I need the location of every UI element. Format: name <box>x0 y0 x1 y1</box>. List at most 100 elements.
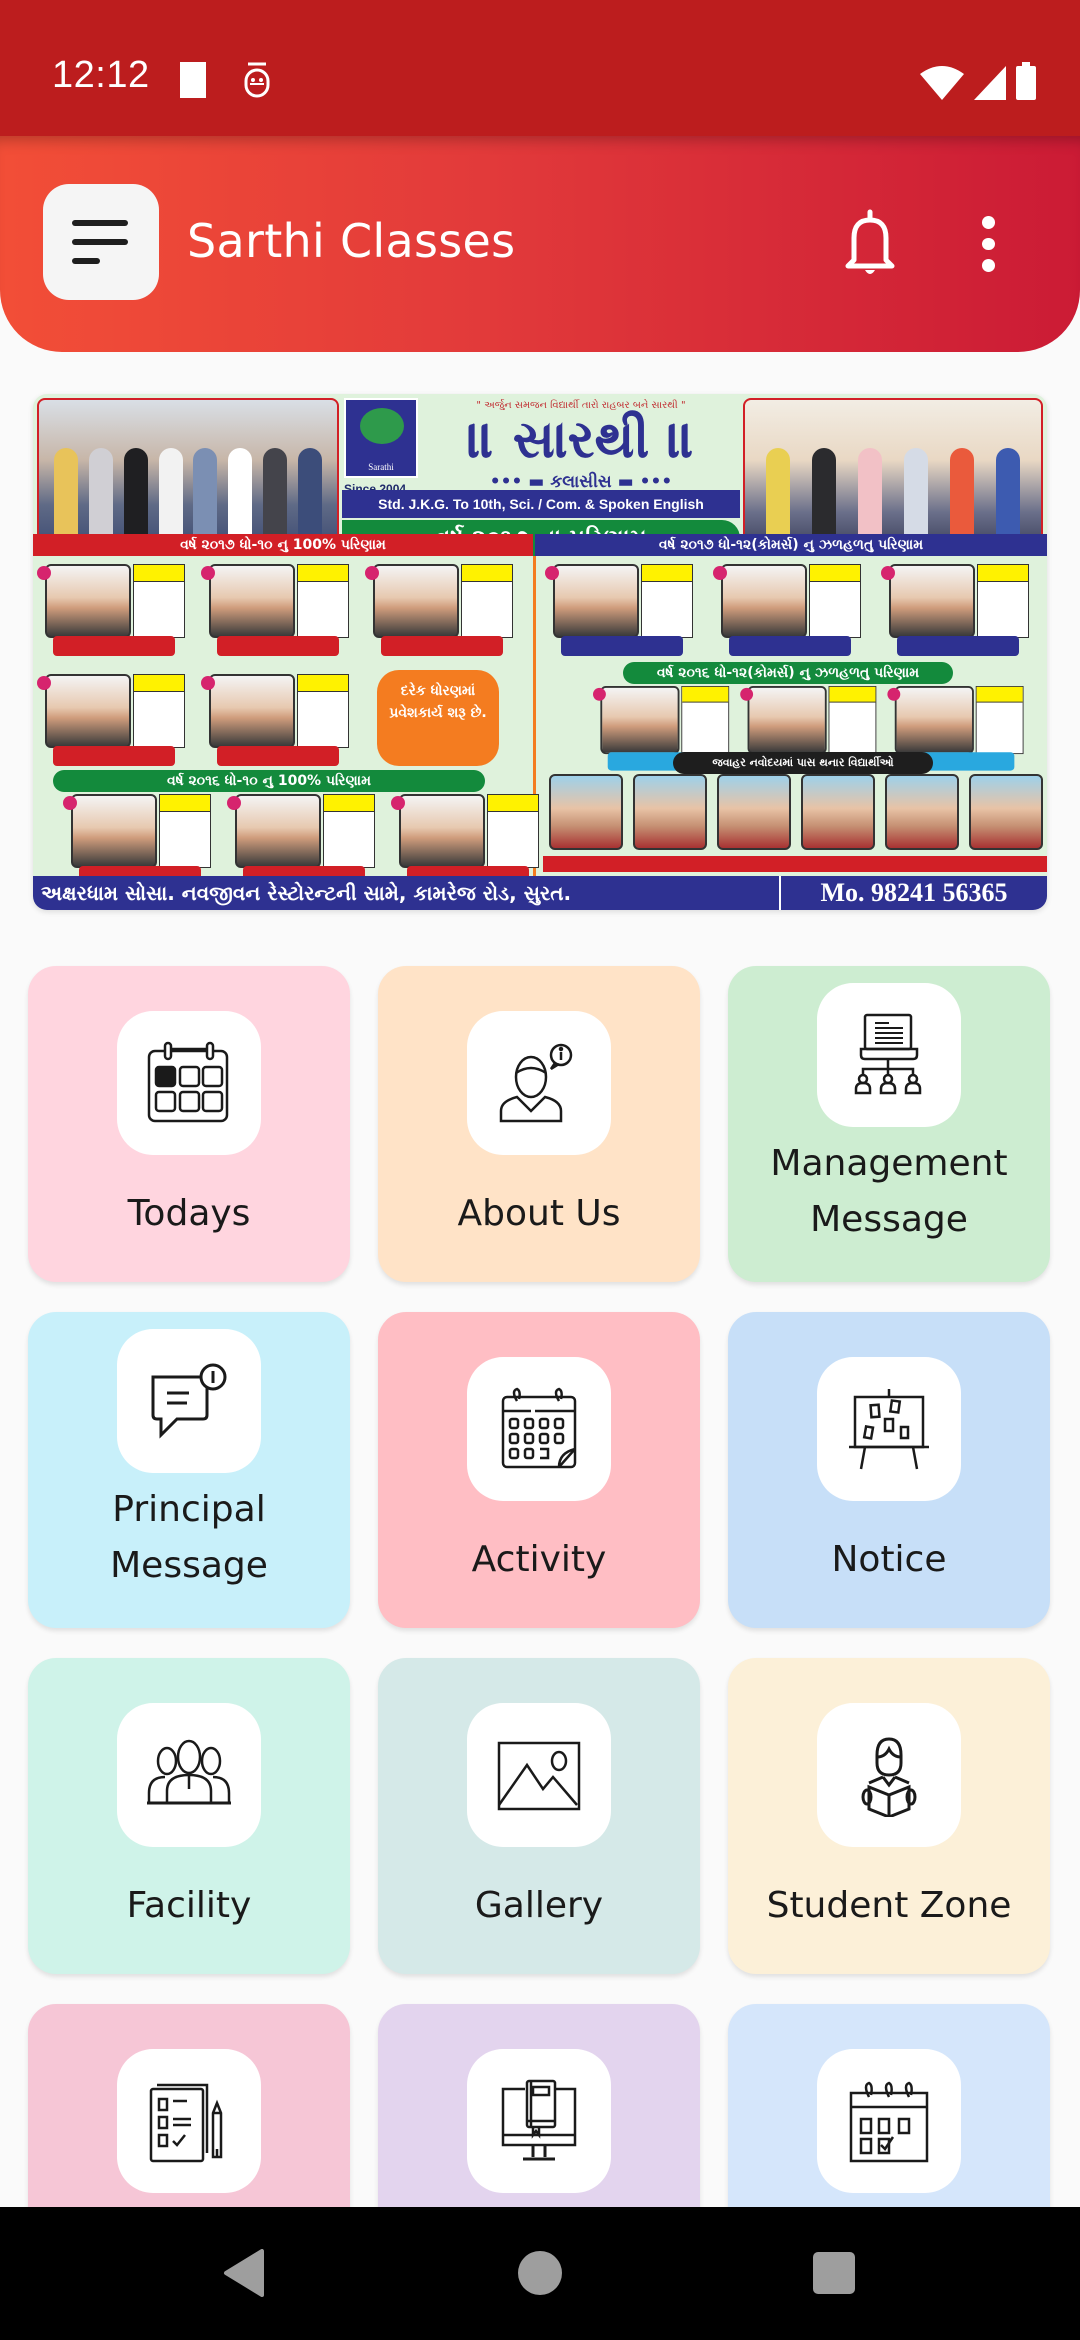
banner-students-std12-2017 <box>545 564 1033 656</box>
banner-section-std12-2017: વર્ષ ૨૦૧૭ ધો-૧૨(કોમર્સ) નુ ઝળહળતુ પરિણામ <box>535 534 1047 556</box>
tile-icon-box <box>817 983 961 1127</box>
banner-student-photo <box>969 774 1043 850</box>
tile-todays[interactable]: Todays <box>28 966 350 1282</box>
banner-students-std10-2017 <box>37 564 517 656</box>
banner-student-card <box>201 674 353 766</box>
banner-navodaya-students <box>549 774 1043 850</box>
banner-brand-sub: ••• ▬ કલાસીસ ▬ ••• <box>489 472 673 492</box>
more-options-button[interactable] <box>968 216 1008 273</box>
more-vert-icon-dot <box>981 216 995 229</box>
tile-icon-box <box>117 2049 261 2193</box>
menu-button[interactable] <box>43 184 159 300</box>
banner-student-photo <box>633 774 707 850</box>
banner-staff-photo <box>743 398 1043 552</box>
promo-banner[interactable]: Sarathi Since 2004 " અર્જુન સમજન વિદ્યાર… <box>33 394 1047 910</box>
banner-student-card <box>227 794 379 886</box>
back-icon[interactable] <box>222 2249 270 2297</box>
banner-student-card <box>881 564 1033 656</box>
banner-student-card <box>713 564 865 656</box>
banner-student-card <box>37 564 189 656</box>
banner-brand-name: ॥ સારથી ॥ <box>467 410 695 470</box>
tile-label: Management Message <box>770 1143 1008 1240</box>
calendar-activity-icon <box>501 1387 577 1469</box>
tile-about-us[interactable]: About Us <box>378 966 700 1282</box>
tile-label: Notice <box>831 1539 947 1580</box>
tile-icon-box <box>117 1703 261 1847</box>
banner-footer: અક્ષરધામ સોસા. નવજીવન રેસ્ટોરન્ટની સામે,… <box>33 876 1047 910</box>
menu-icon-line <box>72 258 100 264</box>
tile-label: Gallery <box>474 1885 604 1926</box>
banner-student-card <box>37 674 189 766</box>
more-vert-icon-dot <box>981 237 995 251</box>
person-info-icon <box>499 1043 573 1123</box>
status-bar: 12:12 <box>0 0 1080 136</box>
banner-section-std10-2016: વર્ષ ૨૦૧૬ ધો-૧૦ નુ 100% પરિણામ <box>53 770 485 792</box>
battery-icon <box>1016 62 1036 100</box>
status-time: 12:12 <box>52 54 150 96</box>
banner-section-navodaya: જવાહર નવોદયમાં પાસ થનાર વિદ્યાર્થીઓ <box>673 752 933 774</box>
banner-student-card <box>545 564 697 656</box>
banner-admission-note: દરેક ધોરણમાં પ્રવેશકાર્ય શરૂ છે. <box>377 670 499 766</box>
tile-icon-box <box>467 2049 611 2193</box>
app-title: Sarthi Classes <box>187 214 516 268</box>
tile-icon-box <box>117 1329 261 1473</box>
checklist-pencil-icon <box>149 2083 223 2163</box>
tile-label: Todays <box>127 1193 251 1234</box>
tile-management-message[interactable]: Management Message <box>728 966 1050 1282</box>
calendar-check-icon <box>849 2081 929 2163</box>
banner-student-photo <box>885 774 959 850</box>
calendar-today-icon <box>147 1041 229 1123</box>
banner-std-line: Std. J.K.G. To 10th, Sci. / Com. & Spoke… <box>342 490 740 518</box>
home-icon[interactable] <box>516 2249 564 2297</box>
tile-icon-box <box>467 1703 611 1847</box>
tile-notice[interactable]: Notice <box>728 1312 1050 1628</box>
menu-icon-line <box>72 239 128 245</box>
computer-book-icon <box>501 2079 577 2161</box>
banner-section-std10-2017: વર્ષ ૨૦૧૭ ધો-૧૦ નુ 100% પરિણામ <box>33 534 533 556</box>
banner-section-std12-2016: વર્ષ ૨૦૧૬ ધો-૧૨(કોમર્સ) નુ ઝળહળતુ પરિણામ <box>623 662 953 684</box>
wifi-icon <box>920 66 964 100</box>
tile-gallery[interactable]: Gallery <box>378 1658 700 1974</box>
tile-icon-box <box>817 1357 961 1501</box>
tile-facility[interactable]: Facility <box>28 1658 350 1974</box>
banner-student-card <box>201 564 353 656</box>
notice-board-icon <box>849 1389 929 1470</box>
tile-label: Principal Message <box>110 1489 268 1586</box>
recents-icon[interactable] <box>810 2249 858 2297</box>
document-notification-icon <box>180 62 206 98</box>
tile-icon-box <box>817 2049 961 2193</box>
tile-label: Facility <box>126 1885 252 1926</box>
banner-students-std10-2017-row2 <box>37 674 353 766</box>
tile-icon-box <box>467 1011 611 1155</box>
menu-grid: Todays About Us Management Message Princ… <box>28 966 1050 2320</box>
cellular-signal-icon <box>974 66 1006 100</box>
banner-student-photo <box>549 774 623 850</box>
more-vert-icon-dot <box>981 259 995 273</box>
tile-student-zone[interactable]: Student Zone <box>728 1658 1050 1974</box>
tile-label: About Us <box>457 1193 621 1234</box>
management-hierarchy-icon <box>854 1013 922 1095</box>
status-icons <box>920 62 1036 100</box>
image-gallery-icon <box>497 1741 581 1811</box>
tile-principal-message[interactable]: Principal Message <box>28 1312 350 1628</box>
banner-name-strips <box>543 856 1047 874</box>
app-bar: Sarthi Classes <box>0 136 1080 352</box>
tile-label: Activity <box>471 1539 607 1580</box>
banner-student-card <box>365 564 517 656</box>
banner-students-std10-2016 <box>63 794 543 886</box>
bell-icon[interactable] <box>840 208 900 278</box>
banner-student-card <box>63 794 215 886</box>
banner-student-photo <box>801 774 875 850</box>
group-people-icon <box>147 1739 231 1805</box>
banner-student-card <box>391 794 543 886</box>
tile-label: Student Zone <box>766 1885 1012 1926</box>
tile-icon-box <box>817 1703 961 1847</box>
tile-activity[interactable]: Activity <box>378 1312 700 1628</box>
banner-address: અક્ષરધામ સોસા. નવજીવન રેસ્ટોરન્ટની સામે,… <box>41 881 572 905</box>
banner-logo-text: Sarathi <box>368 462 394 472</box>
banner-mobile: Mo. 98241 56365 <box>779 876 1047 910</box>
banner-student-photo <box>717 774 791 850</box>
chat-message-icon <box>151 1363 227 1439</box>
tile-icon-box <box>117 1011 261 1155</box>
menu-icon-line <box>72 220 128 226</box>
